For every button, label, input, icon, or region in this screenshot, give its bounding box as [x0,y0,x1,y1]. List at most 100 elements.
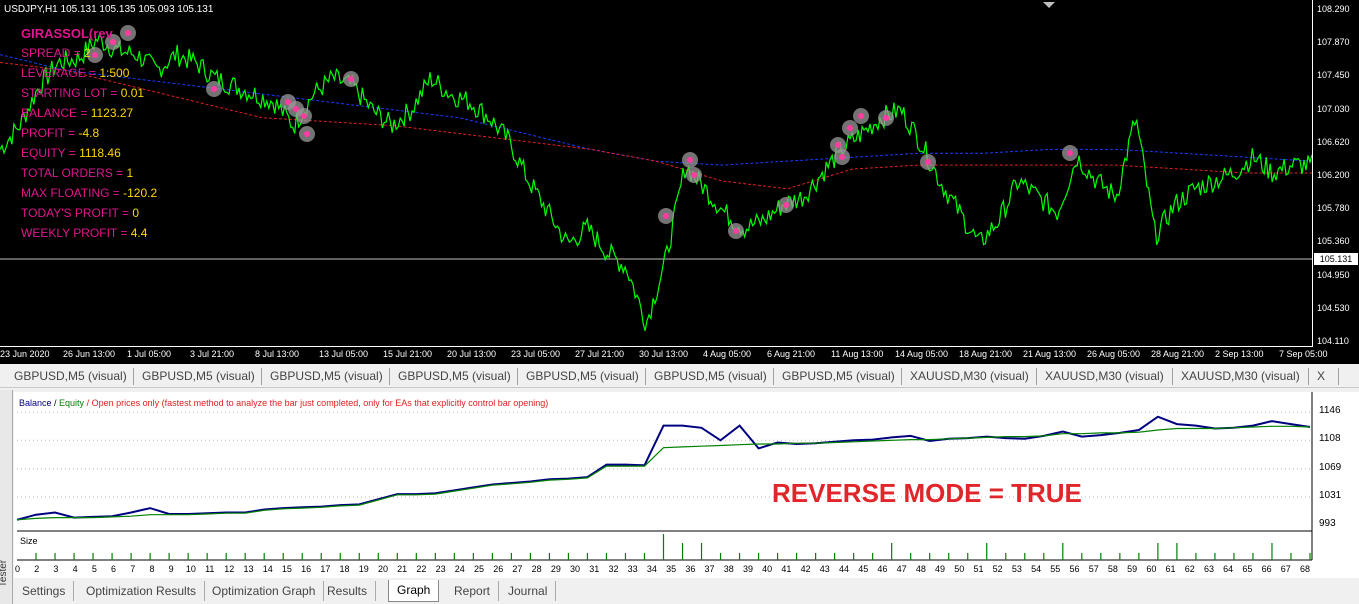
graph-x-label: 25 [474,564,485,574]
info-value: 0 [132,206,140,220]
graph-x-label: 15 [281,564,292,574]
graph-x-label: 68 [1300,564,1311,574]
info-value: 0.01 [120,86,145,100]
price-axis[interactable]: 108.290 107.870 107.450 107.030 106.620 106.2… [1312,0,1359,346]
graph-x-label: 40 [762,564,773,574]
chart-tab[interactable]: GBPUSD,M5 (visual) [134,368,262,385]
info-key: BALANCE = [21,106,91,120]
trade-marker[interactable] [920,154,936,170]
info-key: WEEKLY PROFIT = [21,226,131,240]
time-axis-label: 13 Jul 05:00 [319,349,369,359]
price-axis-label: 105.780 [1317,203,1350,214]
price-chart-canvas [0,2,1312,331]
tab-report[interactable]: Report [446,581,500,601]
graph-x-label: 56 [1069,564,1080,574]
graph-x-label: 20 [377,564,388,574]
graph-x-label: 18 [339,564,350,574]
tab-graph[interactable]: Graph [388,580,440,602]
graph-x-label: 45 [858,564,869,574]
graph-x-label: 60 [1146,564,1157,574]
info-value: -4.8 [78,126,100,140]
chart-tab[interactable]: GBPUSD,M5 (visual) [390,368,518,385]
chart-tab[interactable]: GBPUSD,M5 (visual) [646,368,774,385]
tab-results[interactable]: Results [319,581,377,601]
info-key: EQUITY = [21,146,80,160]
tab-settings[interactable]: Settings [14,581,75,601]
graph-x-label: 27 [512,564,523,574]
chart-tab[interactable]: GBPUSD,M5 (visual) [518,368,646,385]
trade-marker[interactable] [206,81,222,97]
graph-x-label: 38 [723,564,734,574]
graph-x-label: 58 [1107,564,1118,574]
shift-marker-icon[interactable] [1043,2,1055,8]
graph-x-label: 39 [742,564,753,574]
time-axis-label: 23 Jun 2020 [0,349,50,359]
trade-marker[interactable] [296,108,312,124]
price-chart[interactable]: USDJPY,H1 105.131 105.135 105.093 105.13… [0,0,1359,364]
graph-x-label: 36 [685,564,696,574]
time-axis[interactable]: 23 Jun 2020 26 Jun 13:00 1 Jul 05:00 3 Jul … [0,346,1328,365]
graph-x-label: 43 [819,564,830,574]
trade-marker[interactable] [682,152,698,168]
trade-marker[interactable] [728,223,744,239]
time-axis-label: 15 Jul 21:00 [383,349,433,359]
graph-x-label: 64 [1223,564,1234,574]
info-value: -120.2 [123,186,158,200]
graph-x-label: 26 [493,564,504,574]
tester-tabs: Settings Optimization Results Optimization… [14,579,1359,604]
tab-optimization-graph[interactable]: Optimization Graph [204,581,325,601]
trade-marker[interactable] [686,167,702,183]
chart-tab[interactable]: XAUUSD,M30 (visual) [1037,368,1173,385]
time-axis-label: 14 Aug 05:00 [895,349,949,359]
trade-marker[interactable] [120,25,136,41]
ea-info-row: MAX FLOATING = -120.2 [21,186,157,200]
graph-x-label: 17 [320,564,331,574]
price-axis-label: 105.360 [1317,236,1350,247]
trade-marker[interactable] [778,197,794,213]
graph-x-label: 33 [627,564,638,574]
trade-marker[interactable] [878,110,894,126]
graph-x-label: 57 [1088,564,1099,574]
price-axis-label: 106.620 [1317,136,1350,147]
trade-marker[interactable] [853,108,869,124]
time-axis-label: 3 Jul 21:00 [190,349,235,359]
tab-optimization-results[interactable]: Optimization Results [78,581,206,601]
legend-sep: / [51,398,60,408]
graph-x-label: 21 [397,564,408,574]
chart-tab[interactable]: GBPUSD,M5 (visual) [774,368,902,385]
time-axis-label: 1 Jul 05:00 [127,349,172,359]
graph-x-label: 52 [992,564,1003,574]
graph-legend: Balance / Equity / Open prices only (fas… [19,398,548,408]
trade-marker[interactable] [658,208,674,224]
trade-marker[interactable] [1062,145,1078,161]
tester-label: Tester [0,559,10,588]
trade-marker[interactable] [834,149,850,165]
trade-marker[interactable] [343,71,359,87]
graph-x-label: 23 [435,564,446,574]
chart-tab[interactable]: GBPUSD,M5 (visual) [6,368,134,385]
tab-journal[interactable]: Journal [500,581,557,601]
ea-info-row: LEVERAGE = 1:500 [21,66,129,80]
price-axis-label: 107.450 [1317,70,1350,81]
legend-mode: / Open prices only (fastest method to an… [84,398,549,408]
trade-marker[interactable] [842,120,858,136]
chart-tab[interactable]: GBPUSD,M5 (visual) [262,368,390,385]
graph-x-label: 67 [1280,564,1291,574]
graph-x-label: 29 [550,564,561,574]
trade-marker[interactable] [299,126,315,142]
chart-tab[interactable]: XAUUSD,M30 (visual) [902,368,1037,385]
time-axis-label: 2 Sep 13:00 [1215,349,1264,359]
chart-tab[interactable]: XAUUSD,M30 (visual) [1173,368,1309,385]
price-axis-label: 104.110 [1317,336,1349,346]
graph-x-label: 41 [781,564,792,574]
info-value: 2 [84,46,91,60]
graph-x-label: 2 [34,564,40,574]
price-axis-label: 104.530 [1317,302,1350,313]
graph-x-label: 46 [877,564,888,574]
graph-x-label: 49 [935,564,946,574]
chart-tab[interactable]: X [1309,368,1339,385]
graph-x-label: 37 [704,564,715,574]
time-axis-label: 7 Sep 05:00 [1279,349,1328,359]
current-price-label: 105.131 [1314,253,1358,265]
graph-x-label: 10 [185,564,196,574]
